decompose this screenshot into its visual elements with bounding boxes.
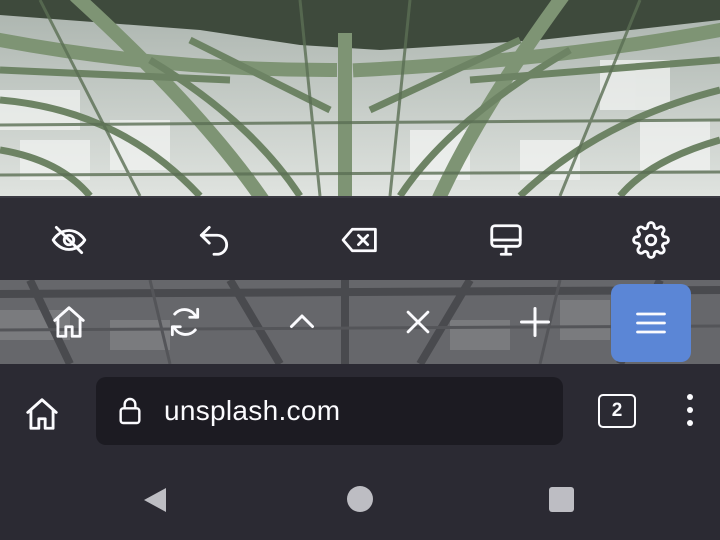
top-toolbar: [0, 196, 720, 280]
desktop-icon: [490, 224, 522, 256]
tab-count: 2: [611, 400, 623, 421]
backspace-icon: [341, 227, 377, 253]
backspace-button[interactable]: [338, 218, 382, 262]
url-text: unsplash.com: [164, 395, 341, 426]
toolbar-menu-button[interactable]: [611, 284, 691, 362]
home-button[interactable]: [47, 300, 91, 344]
browser-menu-button[interactable]: [672, 388, 708, 432]
scroll-up-button[interactable]: [280, 300, 324, 344]
home-icon: [53, 306, 85, 338]
home-icon: [26, 398, 58, 430]
tabs-button[interactable]: 2: [598, 394, 636, 428]
system-navbar: [0, 460, 720, 540]
new-tab-button[interactable]: [513, 300, 557, 344]
home-circle-icon[interactable]: [347, 486, 373, 512]
undo-icon: [199, 225, 229, 256]
desktop-mode-button[interactable]: [484, 218, 528, 262]
eye-slash-icon: [51, 225, 87, 255]
chevron-up-icon: [290, 314, 314, 328]
hide-button[interactable]: [47, 218, 91, 262]
close-tab-button[interactable]: [396, 300, 440, 344]
browser-toolbar: unsplash.com 2: [0, 364, 720, 460]
settings-button[interactable]: [629, 218, 673, 262]
gear-icon: [632, 221, 670, 259]
navigation-toolbar: [0, 280, 720, 364]
refresh-icon: [170, 307, 200, 337]
background-photo: [0, 0, 720, 196]
back-triangle-icon[interactable]: [142, 486, 170, 514]
menu-icon: [636, 312, 666, 334]
reload-button[interactable]: [163, 300, 207, 344]
kebab-menu-icon: [687, 394, 693, 400]
url-field[interactable]: unsplash.com: [96, 377, 563, 445]
lock-icon[interactable]: [114, 395, 146, 427]
undo-button[interactable]: [192, 218, 236, 262]
recents-square-icon[interactable]: [549, 487, 574, 512]
browser-home-button[interactable]: [20, 392, 64, 436]
plus-icon: [520, 307, 550, 337]
close-icon: [406, 310, 430, 334]
